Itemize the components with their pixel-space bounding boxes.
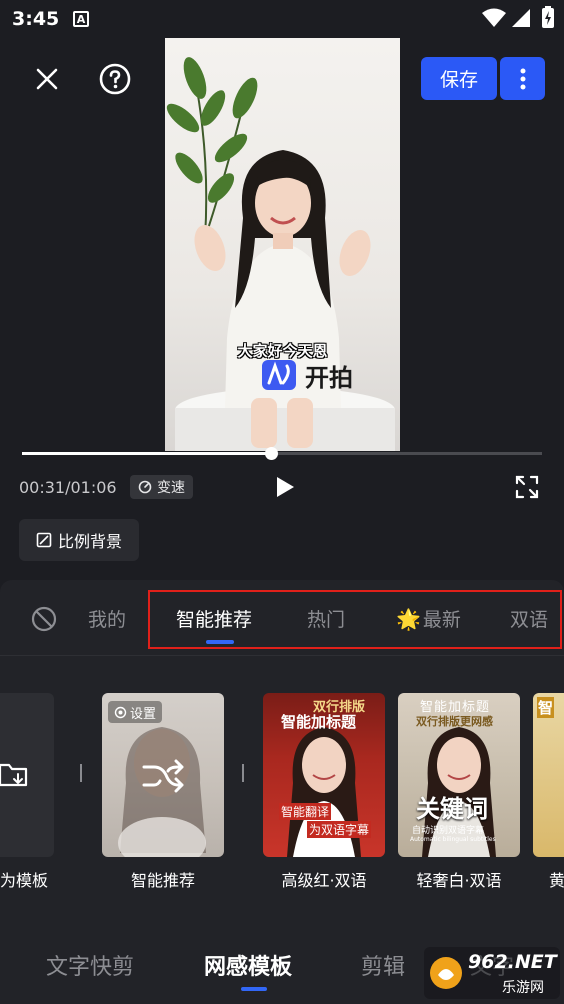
more-vertical-icon (520, 68, 525, 89)
ratio-icon (36, 532, 52, 548)
tab-mine[interactable]: 我的 (88, 605, 126, 632)
nav-templates[interactable]: 网感模板 (204, 949, 292, 981)
card-separator (80, 764, 82, 782)
help-button[interactable] (98, 62, 132, 96)
wifi-icon (482, 8, 506, 27)
video-preview[interactable]: 大家好今天恩 开拍 (165, 38, 400, 451)
settings-chip[interactable]: 设置 (108, 701, 163, 723)
card-tag-1: 智能翻译 (279, 803, 332, 820)
nav-text-quickcut[interactable]: 文字快剪 (46, 949, 134, 981)
signal-icon (512, 9, 530, 27)
video-logo-text: 开拍 (305, 364, 353, 392)
card-separator (242, 764, 244, 782)
card-caption-en: Automatic bilingual subtitles (410, 836, 496, 843)
no-template-icon[interactable] (31, 606, 57, 632)
notification-icon: A (73, 11, 89, 27)
card-label-yellow: 黄 (549, 871, 564, 890)
ratio-label: 比例背景 (57, 532, 122, 551)
shuffle-icon (142, 759, 184, 793)
video-subtitle: 大家好今天恩 (237, 342, 328, 360)
save-button[interactable]: 保存 (421, 57, 497, 100)
watermark-emblem (430, 957, 462, 989)
template-card-save-as[interactable] (0, 693, 54, 857)
ratio-background-button[interactable]: 比例背景 (19, 519, 139, 561)
template-card-red-bilingual[interactable]: 双行排版 智能加标题 智能翻译 为双语字幕 (263, 693, 385, 857)
template-card-yellow[interactable]: 智 (533, 693, 564, 857)
progress-fill (22, 452, 272, 455)
watermark-brand: 962.NET (468, 951, 557, 973)
watermark-sub: 乐游网 (502, 980, 544, 996)
fullscreen-button[interactable] (512, 472, 542, 502)
card-label-white-bilingual: 轻奢白·双语 (416, 871, 502, 890)
more-button[interactable] (500, 57, 545, 100)
card-title-2: 智能加标题 (281, 713, 357, 731)
card-label-smart: 智能推荐 (130, 871, 195, 890)
card-label-save-as: 为模板 (0, 871, 49, 890)
play-button[interactable] (270, 472, 300, 502)
watermark-logo: 962.NET 乐游网 (424, 947, 560, 999)
close-icon (36, 68, 58, 90)
folder-download-icon (0, 763, 28, 787)
settings-chip-label: 设置 (130, 706, 157, 722)
status-time: 3:45 (12, 8, 60, 30)
card-caption: 自动识别双语字幕 (412, 826, 485, 836)
card-title-2: 双行排版更网感 (416, 715, 493, 728)
fullscreen-icon (515, 475, 539, 499)
help-icon (99, 63, 131, 95)
progress-knob[interactable] (264, 447, 278, 460)
play-icon (277, 477, 294, 497)
card-keyword: 关键词 (416, 795, 488, 823)
card-label-red-bilingual: 高级红·双语 (281, 871, 367, 890)
battery-icon (542, 6, 554, 28)
template-card-white-bilingual[interactable]: 智能加标题 双行排版更网感 关键词 自动识别双语字幕 Automatic bil… (398, 693, 520, 857)
template-card-smart[interactable]: 设置 (102, 693, 224, 857)
nav-indicator (241, 987, 267, 991)
panel-divider (0, 655, 564, 656)
speed-icon (138, 480, 152, 494)
speed-button[interactable]: 变速 (130, 475, 193, 499)
speed-label: 变速 (157, 480, 185, 496)
highlight-box (148, 590, 562, 649)
video-frame-image (166, 57, 395, 451)
close-button[interactable] (30, 62, 64, 96)
card-tag-2: 为双语字幕 (307, 821, 372, 838)
nav-edit[interactable]: 剪辑 (361, 949, 405, 981)
card-title-1: 智 (537, 697, 555, 718)
settings-icon (114, 706, 127, 718)
playback-time: 00:31/01:06 (19, 478, 117, 497)
